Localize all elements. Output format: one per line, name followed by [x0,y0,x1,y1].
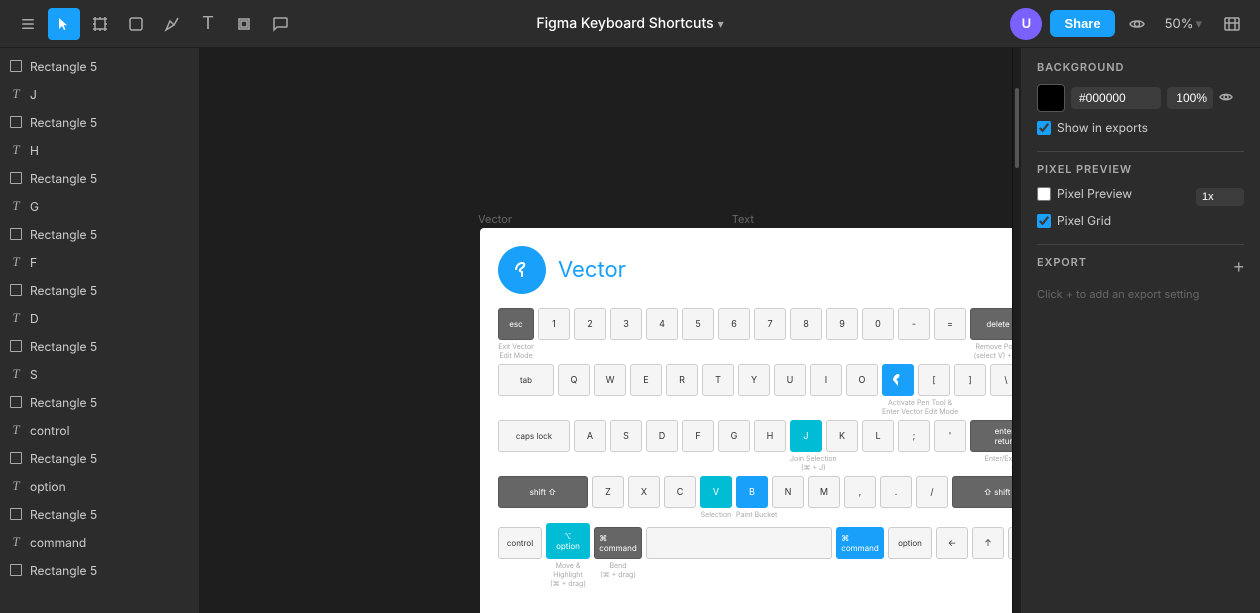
list-item[interactable]: T F [0,248,199,276]
toolbar: T Figma Keyboard Shortcuts ▾ U Share [0,0,1260,48]
list-item[interactable]: Rectangle 5 [0,444,199,472]
pixel-preview-section: PIXEL PREVIEW Pixel Preview Pixel Grid [1037,162,1244,228]
pixel-preview-checkbox-row: Pixel Preview [1037,186,1132,201]
color-swatch[interactable] [1037,84,1065,112]
text-icon: T [8,310,24,326]
rect-icon [8,282,24,298]
list-item[interactable]: Rectangle 5 [0,388,199,416]
preview-button[interactable] [1123,12,1151,36]
add-export-button[interactable]: + [1233,257,1244,278]
text-icon: T [8,142,24,158]
rect-icon [8,226,24,242]
list-item[interactable]: T G [0,192,199,220]
avatar: U [1010,8,1042,40]
list-item[interactable]: T command [0,528,199,556]
pixel-preview-row: Pixel Preview [1037,186,1244,207]
file-title-text: Figma Keyboard Shortcuts [536,15,713,32]
text-icon: T [8,478,24,494]
list-item[interactable]: Rectangle 5 [0,108,199,136]
toolbar-center: Figma Keyboard Shortcuts ▾ [536,15,723,32]
divider-2 [1037,244,1244,245]
list-item[interactable]: T option [0,472,199,500]
list-item[interactable]: T control [0,416,199,444]
rect-icon [8,450,24,466]
share-button[interactable]: Share [1050,10,1114,37]
list-item[interactable]: T D [0,304,199,332]
zoom-chevron-icon: ▾ [1195,16,1202,32]
pixel-preview-label: Pixel Preview [1057,186,1132,201]
title-chevron-icon: ▾ [718,16,724,31]
toolbar-right: U Share 50% ▾ [1010,8,1248,40]
toolbar-left: T [12,8,296,40]
text-icon: T [8,534,24,550]
rect-icon [8,506,24,522]
pixel-scale-input[interactable] [1196,188,1244,206]
divider [1037,151,1244,152]
move-tool-button[interactable] [48,8,80,40]
list-item[interactable]: Rectangle 5 [0,52,199,80]
color-row [1037,84,1244,112]
file-title[interactable]: Figma Keyboard Shortcuts ▾ [536,15,723,32]
pixel-grid-row: Pixel Grid [1037,213,1244,228]
list-item[interactable]: T S [0,360,199,388]
background-title: BACKGROUND [1037,60,1244,74]
rect-icon [8,58,24,74]
text-icon: T [8,198,24,214]
component-button[interactable] [228,8,260,40]
rect-icon [8,170,24,186]
list-item[interactable]: T J [0,80,199,108]
comment-button[interactable] [264,8,296,40]
text-icon: T [8,254,24,270]
visibility-toggle[interactable] [1219,90,1233,107]
frame-title: Vector [558,257,626,283]
text-tool-button[interactable]: T [192,8,224,40]
list-item[interactable]: Rectangle 5 [0,556,199,584]
zoom-control[interactable]: 50% ▾ [1159,12,1208,36]
rect-icon [8,114,24,130]
shape-tool-button[interactable] [120,8,152,40]
list-item[interactable]: Rectangle 5 [0,332,199,360]
background-section: BACKGROUND Show in exports [1037,60,1244,135]
rect-icon [8,338,24,354]
list-item[interactable]: Rectangle 5 [0,500,199,528]
opacity-input[interactable] [1167,87,1213,109]
zoom-value: 50% [1165,16,1194,32]
show-in-exports-label: Show in exports [1057,120,1148,135]
list-item[interactable]: T H [0,136,199,164]
canvas-frame[interactable]: Vector esc 1 2 3 4 5 6 7 8 9 0 - = [480,228,1012,613]
multiplayer-button[interactable] [1216,8,1248,40]
right-panel: BACKGROUND Show in exports PIXEL P [1020,48,1260,613]
frame-tool-button[interactable] [84,8,116,40]
rect-icon [8,394,24,410]
canvas-area[interactable]: Vector Text ▶ Vector [200,48,1012,613]
color-input[interactable] [1071,87,1161,109]
pixel-preview-title: PIXEL PREVIEW [1037,162,1244,176]
list-item[interactable]: Rectangle 5 [0,276,199,304]
keyboard-diagram: Vector esc 1 2 3 4 5 6 7 8 9 0 - = [498,246,1012,610]
layers-panel: Rectangle 5 T J Rectangle 5 T H Rectangl… [0,48,200,613]
text-icon: T [8,366,24,382]
pixel-grid-checkbox[interactable] [1037,214,1051,228]
show-in-exports-row: Show in exports [1037,120,1244,135]
export-title: EXPORT [1037,255,1087,269]
text-icon: T [8,422,24,438]
export-section: EXPORT + Click + to add an export settin… [1037,255,1244,301]
pixel-grid-label: Pixel Grid [1057,213,1111,228]
list-item[interactable]: Rectangle 5 [0,220,199,248]
text-icon: T [8,86,24,102]
list-item[interactable]: Rectangle 5 [0,164,199,192]
show-in-exports-checkbox[interactable] [1037,121,1051,135]
menu-button[interactable] [12,8,44,40]
pixel-preview-checkbox[interactable] [1037,187,1051,201]
export-hint: Click + to add an export setting [1037,287,1244,301]
export-header: EXPORT + [1037,255,1244,279]
canvas-label-text: Text [724,208,762,230]
scroll-thumb[interactable] [1015,88,1019,168]
pen-tool-button[interactable] [156,8,188,40]
canvas-label-vector: Vector [470,208,520,230]
main-area: Rectangle 5 T J Rectangle 5 T H Rectangl… [0,48,1260,613]
frame-icon [498,246,546,294]
rect-icon [8,562,24,578]
scroll-track [1012,48,1020,613]
